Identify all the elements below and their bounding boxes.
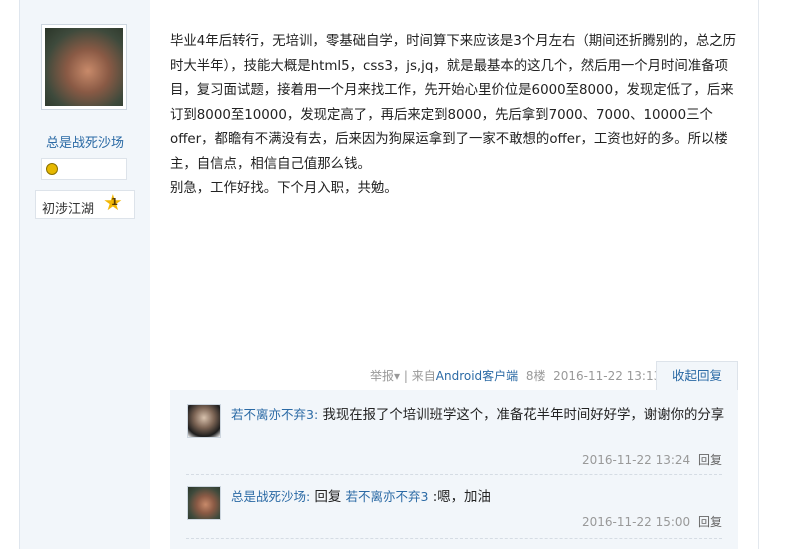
rank-level: 1 [111,197,118,208]
comment-reply-link[interactable]: 回复 [698,515,722,529]
rank-badge[interactable]: 初涉江湖 ★ 1 [35,190,135,219]
post-content: 毕业4年后转行，无培训，零基础自学，时间算下来应该是3个月左右（期间还折腾别的，… [170,30,740,202]
medal-icon[interactable] [46,163,58,175]
author-username[interactable]: 总是战死沙场 [20,132,150,151]
post-paragraph: 毕业4年后转行，无培训，零基础自学，时间算下来应该是3个月左右（期间还折腾别的，… [170,34,737,172]
comment-body: :嗯，加油 [432,490,491,505]
client-link[interactable]: Android客户端 [436,369,518,383]
meta-separator: | [403,369,408,383]
comment-time: 2016-11-22 15:00 [582,515,691,529]
reply-target-username[interactable]: 若不离亦不弃3 [346,489,429,504]
comment-text: 总是战死沙场: 回复 若不离亦不弃3 :嗯，加油 [231,486,726,509]
comment-avatar[interactable] [187,404,221,438]
from-prefix: 来自 [411,369,436,383]
comment-avatar[interactable] [187,486,221,520]
author-avatar[interactable] [41,24,127,110]
post-paragraph: 别急，工作好找。下个月入职，共勉。 [170,181,398,196]
comment-divider [186,538,722,539]
comment-time: 2016-11-22 13:24 [582,453,691,467]
comment-meta: 2016-11-22 13:24 回复 [582,451,722,468]
post-meta: 举报▾ | 来自Android客户端 8楼 2016-11-22 13:13 [370,367,661,384]
chevron-down-icon[interactable]: ▾ [394,369,400,383]
collapse-reply-button[interactable]: 收起回复 [656,361,738,391]
comment-meta: 2016-11-22 15:00 回复 [582,513,722,530]
comment-username[interactable]: 若不离亦不弃3: [231,407,318,422]
post-time: 2016-11-22 13:13 [553,369,662,383]
comment-text: 若不离亦不弃3: 我现在报了个培训班学这个，准备花半年时间好好学，谢谢你的分享 [231,404,726,427]
rank-label: 初涉江湖 [42,202,95,217]
medal-bar [41,158,127,180]
comment-username[interactable]: 总是战死沙场: [231,489,310,504]
reply-word: 回复 [314,490,342,505]
avatar-image [45,28,123,106]
comment-divider [186,474,722,475]
comment-body: 我现在报了个培训班学这个，准备花半年时间好好学，谢谢你的分享 [322,408,725,423]
floor-number: 8楼 [525,369,546,383]
right-border [758,0,759,549]
comment-list: 若不离亦不弃3: 我现在报了个培训班学这个，准备花半年时间好好学，谢谢你的分享 … [170,390,738,549]
comment-reply-link[interactable]: 回复 [698,453,722,467]
report-link[interactable]: 举报 [370,369,394,383]
